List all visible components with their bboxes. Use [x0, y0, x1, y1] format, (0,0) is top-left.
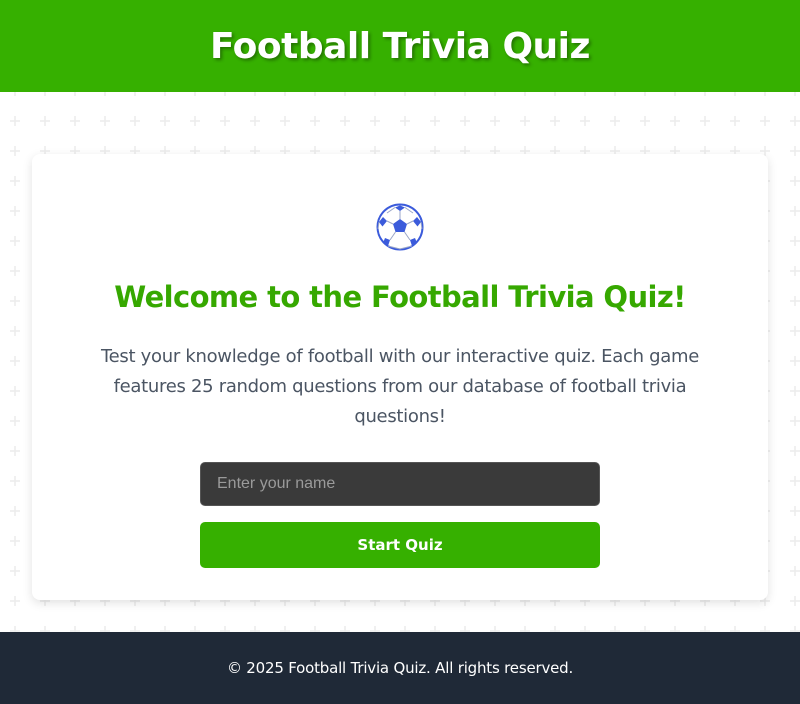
copyright-text: © 2025 Football Trivia Quiz. All rights … [226, 659, 574, 677]
site-header: Football Trivia Quiz [0, 0, 800, 92]
site-title: Football Trivia Quiz [210, 25, 590, 67]
quiz-description: Test your knowledge of football with our… [101, 346, 699, 427]
welcome-heading: Welcome to the Football Trivia Quiz! [114, 280, 686, 314]
start-quiz-button[interactable]: Start Quiz [200, 522, 600, 568]
site-footer: © 2025 Football Trivia Quiz. All rights … [0, 632, 800, 704]
player-name-input[interactable] [200, 462, 600, 506]
welcome-card: Welcome to the Football Trivia Quiz! Tes… [32, 154, 768, 600]
soccer-ball-icon [375, 202, 425, 252]
